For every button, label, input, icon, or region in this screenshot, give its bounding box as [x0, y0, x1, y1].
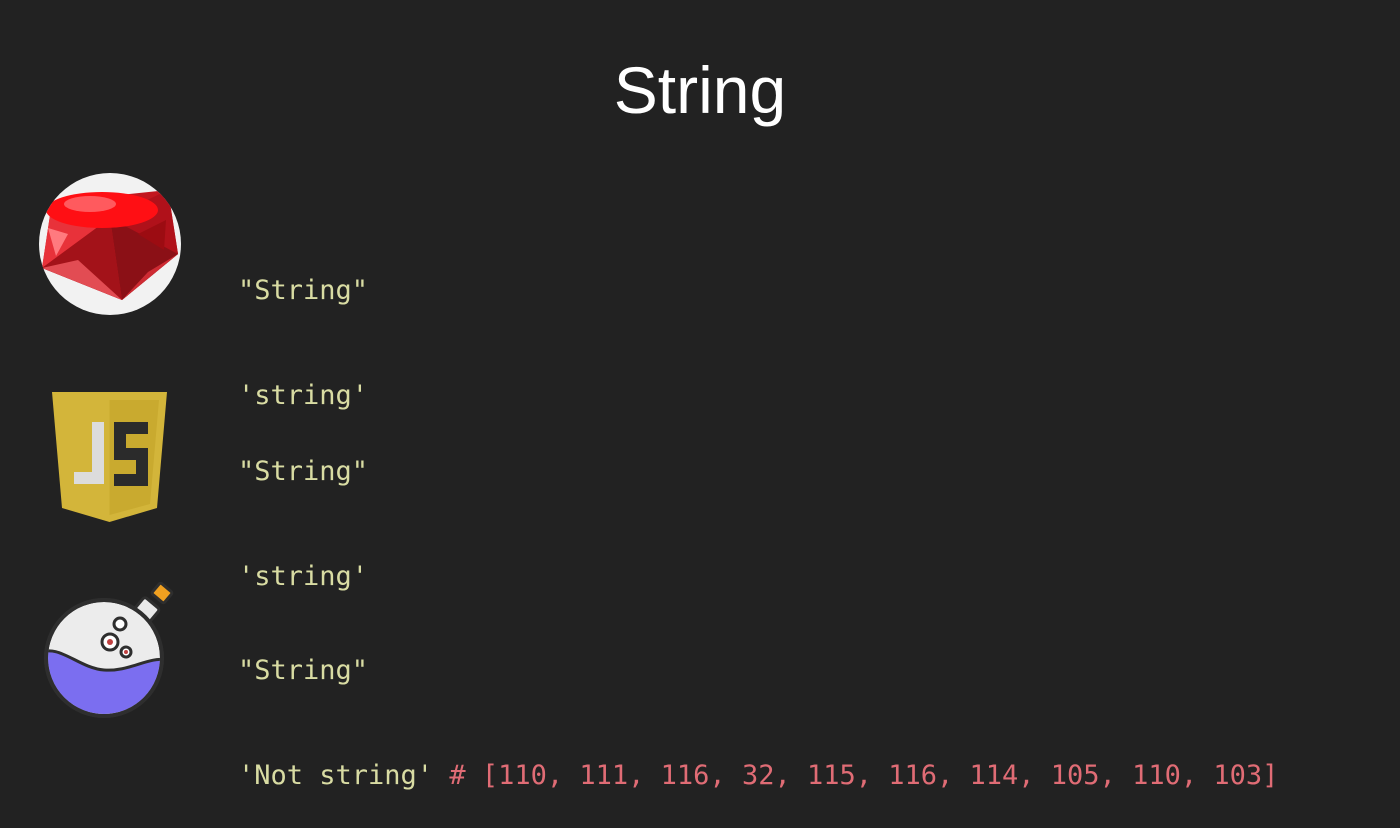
code-line: "String" — [238, 454, 368, 489]
charlist-literal: 'Not string' — [238, 760, 434, 791]
code-comment: # [110, 111, 116, 32, 115, 116, 114, 105… — [449, 760, 1279, 791]
string-literal: "String" — [238, 275, 369, 306]
code-line: "String" — [238, 653, 1278, 688]
code-line: 'Not string' # [110, 111, 116, 32, 115, … — [238, 758, 1278, 793]
string-literal: "String" — [238, 655, 369, 686]
elixir-potion-icon — [38, 581, 180, 718]
slide-title: String — [613, 53, 787, 127]
code-line: "String" — [238, 273, 368, 308]
elixir-code: "String" 'Not string' # [110, 111, 116, … — [238, 583, 1278, 828]
ruby-icon — [38, 172, 182, 316]
javascript-icon — [52, 392, 167, 522]
string-literal: "String" — [238, 456, 369, 487]
